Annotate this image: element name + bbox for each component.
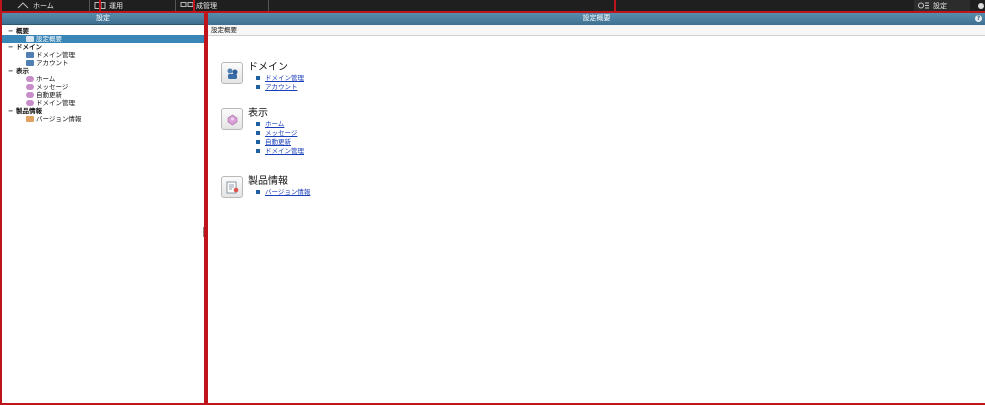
display-icon <box>26 84 34 90</box>
section-title: 表示 <box>248 108 268 119</box>
tree-item-auto-refresh[interactable]: 自動更新 <box>6 91 204 99</box>
tree-category-display[interactable]: − 表示 <box>6 67 204 75</box>
tree-item-account[interactable]: アカウント <box>6 59 204 67</box>
display-icon <box>26 76 34 82</box>
link-auto-refresh[interactable]: 自動更新 <box>265 138 291 146</box>
link-message[interactable]: メッセージ <box>265 129 297 137</box>
link-item: メッセージ <box>256 129 304 138</box>
link-version-info[interactable]: バージョン情報 <box>265 188 310 196</box>
link-item: ドメイン管理 <box>256 147 304 156</box>
tree-item-label: メッセージ <box>36 83 69 91</box>
tab-home-label: ホーム <box>33 2 54 10</box>
display-icon <box>26 92 34 98</box>
tree-item-content: 設定概要 <box>26 35 62 43</box>
collapse-icon[interactable]: − <box>8 67 16 75</box>
product-info-section-icon <box>221 176 243 198</box>
annotation-line <box>614 0 616 12</box>
bullet-icon <box>256 122 260 126</box>
tree-category-overview[interactable]: − 概要 <box>6 27 204 35</box>
collapse-icon[interactable]: − <box>8 27 16 35</box>
home-icon <box>17 1 31 9</box>
tab-divider <box>175 0 176 12</box>
link-display-domain-management[interactable]: ドメイン管理 <box>265 147 304 155</box>
link-account[interactable]: アカウント <box>265 83 298 91</box>
tree-item-home[interactable]: ホーム <box>6 75 204 83</box>
tree-item-display-domain-management[interactable]: ドメイン管理 <box>6 99 204 107</box>
settings-overview-icon <box>26 36 34 42</box>
tab-settings-label: 設定 <box>933 2 947 10</box>
tree-category-label: 製品情報 <box>16 107 42 115</box>
display-icon <box>26 100 34 106</box>
link-item: ドメイン管理 <box>256 74 304 83</box>
tree-category-domain[interactable]: − ドメイン <box>6 43 204 51</box>
tree-item-label: ドメイン管理 <box>36 51 75 59</box>
tab-operations[interactable]: 運用 <box>90 0 174 12</box>
help-icon[interactable]: ? <box>975 15 982 22</box>
display-section-icon <box>221 108 243 130</box>
tree-category-label: ドメイン <box>16 43 42 51</box>
tree-item-version-info[interactable]: バージョン情報 <box>6 115 204 123</box>
annotation-line <box>193 0 195 12</box>
bullet-icon <box>256 131 260 135</box>
tab-divider <box>268 0 269 12</box>
tree-item-settings-overview[interactable]: 設定概要 <box>2 35 205 43</box>
bullet-icon <box>256 76 260 80</box>
tree-item-label: バージョン情報 <box>36 115 82 123</box>
domain-section-icon <box>221 62 243 84</box>
bullet-icon <box>256 140 260 144</box>
version-icon <box>26 116 34 122</box>
link-item: ホーム <box>256 120 304 129</box>
content-pane-title: 設定概要 <box>582 14 611 22</box>
tree-category-label: 概要 <box>16 27 29 35</box>
collapse-icon[interactable]: − <box>8 107 16 115</box>
tree-item-label: 設定概要 <box>36 35 62 43</box>
tree-item-label: ホーム <box>36 75 56 83</box>
page-title: 設定概要 <box>208 25 985 36</box>
link-domain-management[interactable]: ドメイン管理 <box>265 74 304 82</box>
window-control-icon[interactable] <box>978 3 984 9</box>
tab-home[interactable]: ホーム <box>14 0 88 12</box>
configuration-icon <box>180 1 194 8</box>
bullet-icon <box>256 190 260 194</box>
section-title: 製品情報 <box>248 176 288 187</box>
annotation-line <box>0 0 2 12</box>
section-title: ドメイン <box>248 62 288 73</box>
tree-item-domain-management[interactable]: ドメイン管理 <box>6 51 204 59</box>
tree-item-label: ドメイン管理 <box>36 99 75 107</box>
tree-pane-title: 設定 <box>2 12 204 25</box>
link-item: バージョン情報 <box>256 188 310 197</box>
tab-configuration-label: 成管理 <box>196 2 217 10</box>
settings-tree: − 概要 設定概要 − ドメイン ドメイン管理 アカウント − 表示 ホーム メッセー… <box>2 25 205 123</box>
section-links: バージョン情報 <box>256 188 310 197</box>
tree-item-label: アカウント <box>36 59 69 67</box>
link-item: アカウント <box>256 83 304 92</box>
tab-configuration[interactable]: 成管理 <box>177 0 267 12</box>
settings-tree-pane: 設定 − 概要 設定概要 − ドメイン ドメイン管理 アカウント − 表示 ホーム メ… <box>2 12 206 405</box>
bullet-icon <box>256 149 260 153</box>
top-navigation-bar: ホーム 運用 成管理 設定 <box>0 0 985 12</box>
content-pane-header: 設定概要 ? <box>208 12 985 25</box>
link-item: 自動更新 <box>256 138 304 147</box>
bullet-icon <box>256 85 260 89</box>
settings-icon <box>917 1 931 9</box>
link-home[interactable]: ホーム <box>265 120 284 128</box>
settings-content-pane: 設定概要 ? 設定概要 ドメイン ドメイン管理 アカウント 表示 ホーム メッセ… <box>208 12 985 405</box>
account-icon <box>26 60 34 66</box>
domain-icon <box>26 52 34 58</box>
tab-settings[interactable]: 設定 <box>914 0 970 12</box>
tab-operations-label: 運用 <box>109 2 123 10</box>
annotation-line <box>99 0 101 12</box>
section-links: ドメイン管理 アカウント <box>256 74 304 92</box>
collapse-icon[interactable]: − <box>8 43 16 51</box>
tree-item-message[interactable]: メッセージ <box>6 83 204 91</box>
section-links: ホーム メッセージ 自動更新 ドメイン管理 <box>256 120 304 156</box>
tree-category-product-info[interactable]: − 製品情報 <box>6 107 204 115</box>
tree-item-label: 自動更新 <box>36 91 62 99</box>
tree-category-label: 表示 <box>16 67 29 75</box>
